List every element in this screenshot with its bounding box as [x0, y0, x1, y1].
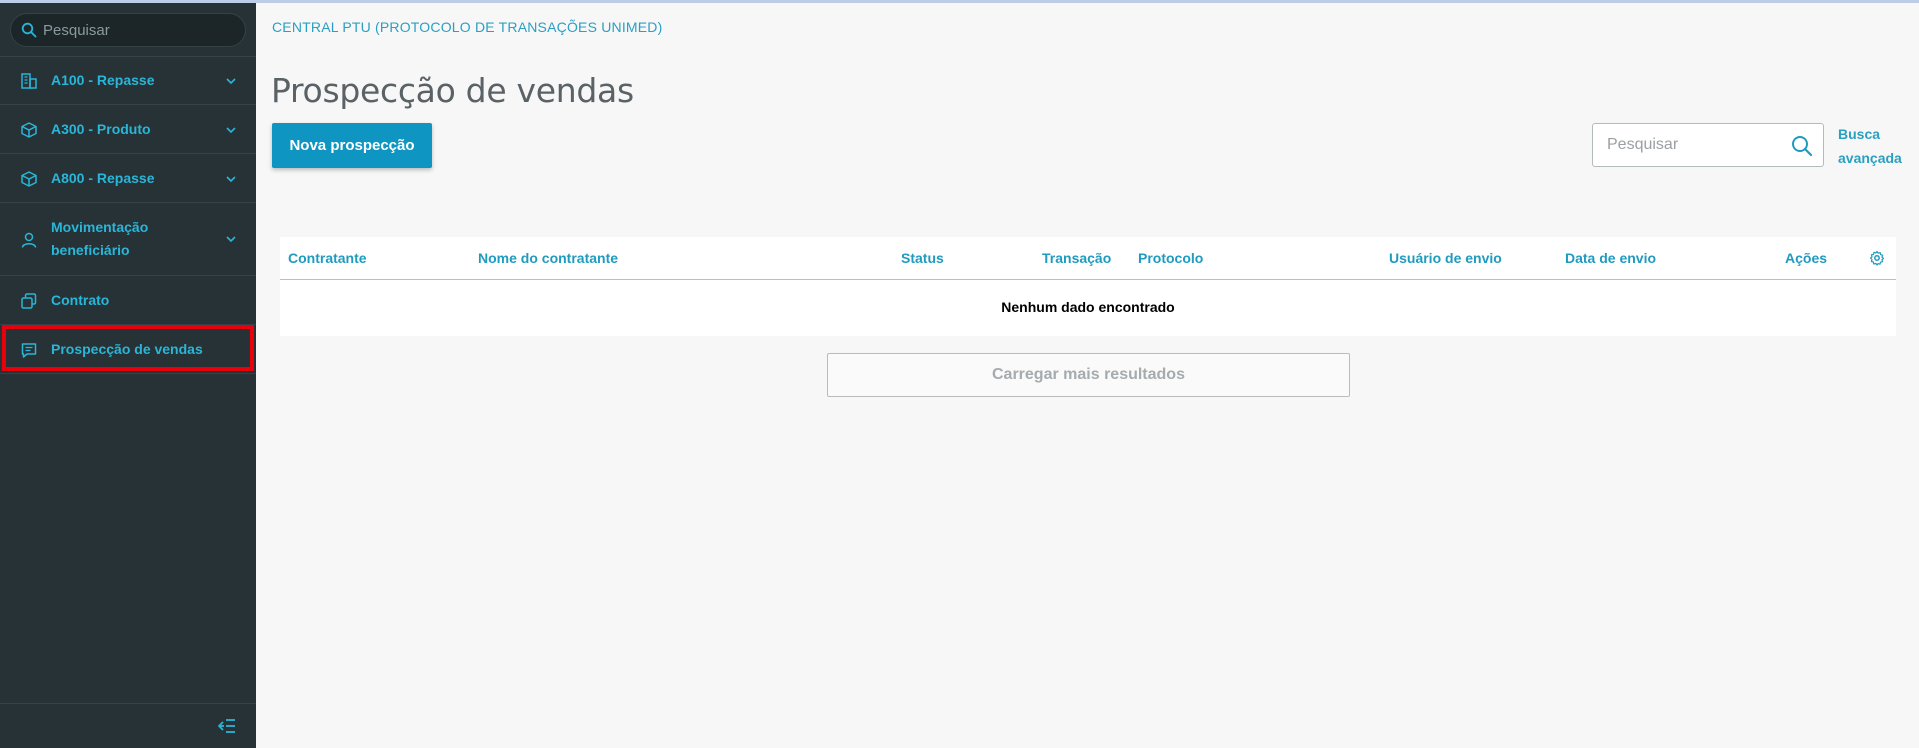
sidebar-search-input[interactable]	[43, 14, 238, 46]
search-icon[interactable]	[1791, 135, 1813, 157]
column-header-usuario-envio[interactable]: Usuário de envio	[1389, 250, 1502, 266]
page-title: Prospecção de vendas	[271, 71, 634, 110]
column-header-contratante[interactable]: Contratante	[288, 250, 367, 266]
column-header-protocolo[interactable]: Protocolo	[1138, 250, 1203, 266]
search-icon	[21, 22, 37, 38]
data-table: Contratante Nome do contratante Status T…	[280, 237, 1896, 336]
breadcrumb[interactable]: CENTRAL PTU (PROTOCOLO DE TRANSAÇÕES UNI…	[272, 19, 662, 35]
sidebar-item-label: A800 - Repasse	[51, 170, 155, 186]
sidebar-item-movimentacao-beneficiario[interactable]: Movimentação beneficiário	[0, 203, 256, 276]
sidebar-item-label: Contrato	[51, 292, 110, 308]
sidebar-search[interactable]	[10, 13, 246, 47]
cube-icon	[21, 171, 37, 187]
chevron-down-icon	[226, 127, 236, 134]
active-item-highlight	[2, 325, 254, 371]
copy-icon	[21, 293, 37, 309]
user-icon	[21, 232, 37, 248]
empty-state-message: Nenhum dado encontrado	[1001, 299, 1175, 315]
gear-icon[interactable]	[1869, 250, 1885, 266]
sidebar-item-label: A300 - Produto	[51, 121, 151, 137]
main-content: CENTRAL PTU (PROTOCOLO DE TRANSAÇÕES UNI…	[256, 0, 1919, 748]
sidebar-item-a800-repasse[interactable]: A800 - Repasse	[0, 154, 256, 203]
sidebar-item-a100-repasse[interactable]: A100 - Repasse	[0, 56, 256, 105]
top-border	[0, 0, 1919, 3]
building-icon	[21, 73, 37, 89]
chevron-down-icon	[226, 236, 236, 243]
chevron-down-icon	[226, 176, 236, 183]
load-more-button[interactable]: Carregar mais resultados	[827, 353, 1350, 397]
cube-icon	[21, 122, 37, 138]
sidebar-item-label: A100 - Repasse	[51, 72, 155, 88]
table-header: Contratante Nome do contratante Status T…	[280, 237, 1896, 280]
column-header-status[interactable]: Status	[901, 250, 944, 266]
collapse-menu-icon[interactable]	[217, 717, 237, 735]
divider	[0, 703, 256, 704]
search-field[interactable]	[1592, 123, 1824, 167]
column-header-acoes: Ações	[1785, 250, 1828, 266]
sidebar: A100 - Repasse A300 - Produto A800 - R	[0, 0, 256, 748]
column-header-transacao[interactable]: Transação	[1042, 250, 1111, 266]
chevron-down-icon	[226, 78, 236, 85]
column-header-nome-contratante[interactable]: Nome do contratante	[478, 250, 618, 266]
advanced-search-link[interactable]: Busca avançada	[1838, 122, 1918, 170]
search-input[interactable]	[1607, 124, 1777, 166]
sidebar-item-contrato[interactable]: Contrato	[0, 276, 256, 325]
column-header-data-envio[interactable]: Data de envio	[1565, 250, 1656, 266]
new-prospection-button[interactable]: Nova prospecção	[272, 123, 432, 168]
sidebar-item-label: Movimentação beneficiário	[51, 219, 149, 258]
sidebar-item-a300-produto[interactable]: A300 - Produto	[0, 105, 256, 154]
